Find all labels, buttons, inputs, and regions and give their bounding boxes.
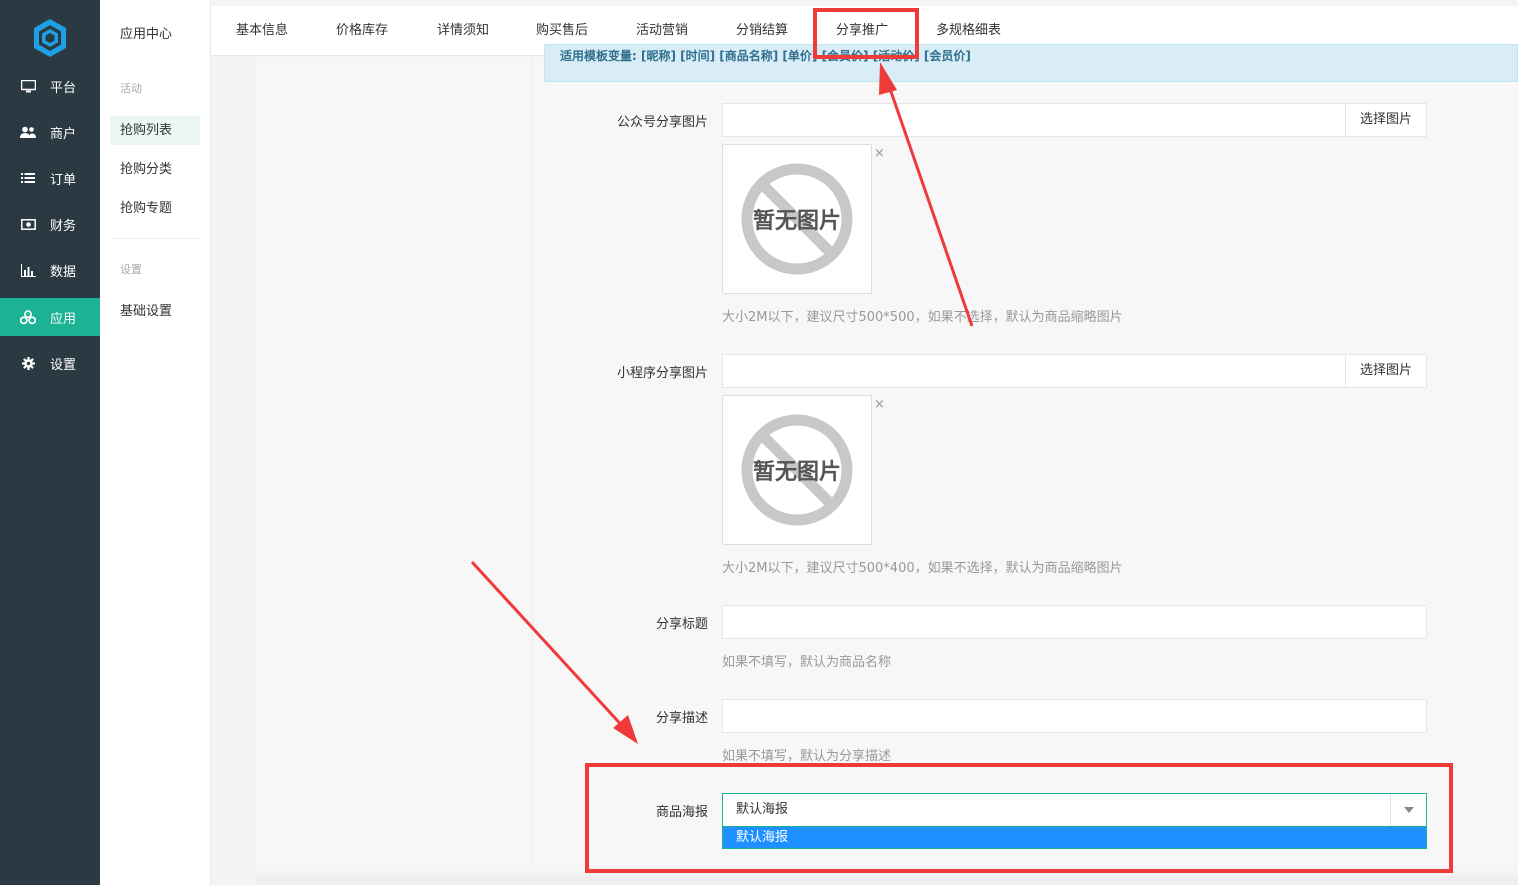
divider — [110, 238, 200, 239]
mini-select-image-button[interactable]: 选择图片 — [1345, 354, 1427, 388]
no-image-text: 暂无图片 — [752, 209, 841, 234]
remove-image-icon[interactable]: × — [874, 397, 885, 412]
share-title-help: 如果不填写，默认为商品名称 — [722, 655, 892, 670]
form-left-column — [256, 57, 530, 865]
nav-item-settings[interactable]: 设置 — [0, 344, 100, 382]
no-image-text: 暂无图片 — [752, 460, 841, 485]
wx-share-image-preview: 暂无图片 — [722, 144, 872, 294]
poster-selected-value: 默认海报 — [736, 802, 789, 817]
remove-image-icon[interactable]: × — [874, 146, 885, 161]
mini-share-image-help: 大小2M以下，建议尺寸500*400，如果不选择，默认为商品缩略图片 — [722, 561, 1123, 576]
share-desc-label: 分享描述 — [655, 711, 708, 726]
nav-item-platform[interactable]: 平台 — [0, 67, 100, 105]
share-desc-input[interactable] — [722, 699, 1427, 733]
nav-label: 财务 — [50, 218, 77, 234]
sub-link-basic-settings[interactable]: 基础设置 — [110, 297, 200, 326]
sub-sidebar: 应用中心 活动 抢购列表 抢购分类 抢购专题 设置 基础设置 — [100, 0, 211, 885]
wx-share-image-input[interactable] — [722, 103, 1346, 137]
sub-sidebar-title: 应用中心 — [120, 27, 173, 42]
list-icon — [20, 170, 36, 186]
sub-link-flash-sale-category[interactable]: 抢购分类 — [110, 155, 200, 184]
mini-share-image-label: 小程序分享图片 — [616, 366, 708, 381]
wx-share-image-label: 公众号分享图片 — [616, 115, 708, 130]
main-nav: 平台 商户 订单 财务 数据 应用 设置 — [0, 0, 100, 885]
tab-basic-info[interactable]: 基本信息 — [236, 6, 288, 56]
nav-item-merchant[interactable]: 商户 — [0, 113, 100, 151]
poster-select[interactable]: 默认海报 — [722, 793, 1427, 827]
sub-group-label: 活动 — [120, 82, 142, 95]
tab-details-notice[interactable]: 详情须知 — [437, 6, 489, 56]
share-desc-help: 如果不填写，默认为分享描述 — [722, 749, 892, 764]
money-icon — [20, 216, 36, 232]
nav-label: 商户 — [50, 126, 77, 142]
wx-share-image-help: 大小2M以下，建议尺寸500*500，如果不选择，默认为商品缩略图片 — [722, 310, 1123, 325]
nav-label: 数据 — [50, 264, 77, 280]
monitor-icon — [20, 78, 36, 94]
panel-footer — [256, 876, 1518, 885]
template-variables-alert: 适用模板变量: [昵称] [时间] [商品名称] [单价] [会员价] [活动价… — [544, 44, 1518, 82]
sub-link-flash-sale-topic[interactable]: 抢购专题 — [110, 194, 200, 223]
nav-item-finance[interactable]: 财务 — [0, 205, 100, 243]
nav-item-data[interactable]: 数据 — [0, 251, 100, 289]
wx-select-image-button[interactable]: 选择图片 — [1345, 103, 1427, 137]
chevron-down-icon[interactable] — [1390, 794, 1426, 826]
mini-share-image-input[interactable] — [722, 354, 1346, 388]
poster-label: 商品海报 — [655, 805, 708, 820]
nav-label: 设置 — [50, 357, 77, 373]
no-image-placeholder: 暂无图片 — [741, 414, 853, 526]
no-image-placeholder: 暂无图片 — [741, 163, 853, 275]
users-icon — [20, 124, 36, 140]
form-panel — [534, 57, 1518, 865]
bar-chart-icon — [20, 262, 36, 278]
nav-item-orders[interactable]: 订单 — [0, 159, 100, 197]
poster-option[interactable]: 默认海报 — [722, 827, 1427, 849]
apps-icon — [20, 309, 36, 325]
share-title-input[interactable] — [722, 605, 1427, 639]
share-title-label: 分享标题 — [655, 617, 708, 632]
tab-price-stock[interactable]: 价格库存 — [336, 6, 388, 56]
sub-link-flash-sale-list[interactable]: 抢购列表 — [110, 116, 200, 145]
sub-group-label: 设置 — [120, 263, 142, 276]
nav-item-apps[interactable]: 应用 — [0, 298, 100, 336]
nav-label: 订单 — [50, 172, 77, 188]
nav-label: 应用 — [50, 311, 77, 327]
mini-share-image-preview: 暂无图片 — [722, 395, 872, 545]
logo-icon — [34, 19, 66, 57]
nav-label: 平台 — [50, 80, 77, 96]
gear-icon — [20, 355, 36, 371]
